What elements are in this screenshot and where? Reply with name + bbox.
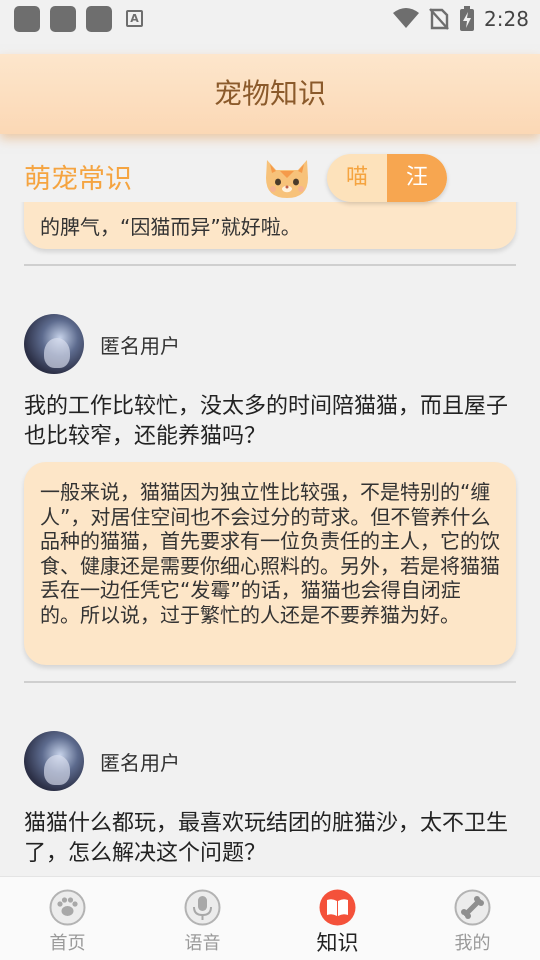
answer-text: 一般来说，猫猫因为独立性比较强，不是特别的“缠人”，对居住空间也不会过分的苛求。… [40,480,500,627]
clock: 2:28 [484,7,529,31]
nav-knowledge[interactable]: 知识 [270,877,405,960]
notification-icon [14,6,40,32]
notification-icon [50,6,76,32]
app-header: 宠物知识 [0,54,540,134]
nav-mine[interactable]: 我的 [405,877,540,960]
nav-label: 知识 [316,931,359,955]
nav-label: 语音 [184,933,221,954]
no-sim-icon [429,8,449,30]
question-text: 我的工作比较忙，没太多的时间陪猫猫，而且屋子也比较窄，还能养猫吗？ [24,394,509,449]
divider [24,264,516,266]
nav-voice[interactable]: 语音 [135,877,270,960]
book-icon [319,889,356,926]
battery-charging-icon [460,6,474,31]
username: 匿名用户 [100,751,180,775]
avatar[interactable] [24,731,84,791]
divider [24,681,516,683]
section-title: 萌宠常识 [24,164,132,195]
microphone-icon [184,889,221,926]
toggle-dog[interactable]: 汪 [387,154,447,202]
bone-icon [454,889,491,926]
knowledge-feed[interactable]: 的脾气，“因猫而异”就好啦。 匿名用户 我的工作比较忙，没太多的时间陪猫猫，而且… [0,202,540,874]
page-title: 宠物知识 [213,77,326,110]
avatar[interactable] [24,314,84,374]
nav-label: 首页 [49,933,86,954]
notification-icon [86,6,112,32]
wifi-icon [393,8,419,28]
answer-card: 的脾气，“因猫而异”就好啦。 [24,202,516,249]
bottom-nav: 首页 语音 知识 我的 [0,876,540,960]
status-bar: A 2:28 [0,0,540,38]
cat-dog-toggle[interactable]: 喵 汪 [327,154,447,202]
answer-text: 的脾气，“因猫而异”就好啦。 [40,215,301,239]
question-text: 猫猫什么都玩，最喜欢玩结团的脏猫沙，太不卫生了，怎么解决这个问题？ [24,811,509,866]
toggle-cat[interactable]: 喵 [327,154,387,202]
paw-icon [49,889,86,926]
answer-card: 一般来说，猫猫因为独立性比较强，不是特别的“缠人”，对居住空间也不会过分的苛求。… [24,462,516,665]
keyboard-a-icon: A [126,10,143,27]
nav-home[interactable]: 首页 [0,877,135,960]
nav-label: 我的 [454,933,491,954]
username: 匿名用户 [100,334,180,358]
cat-face-icon [266,160,308,198]
